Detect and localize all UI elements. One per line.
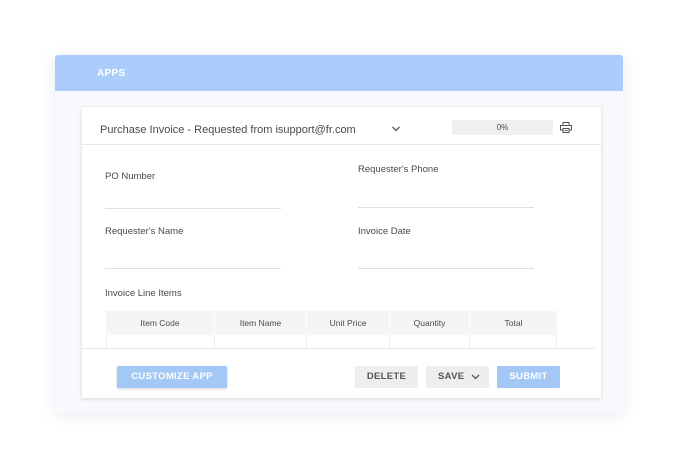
column-header-quantity[interactable]: Quantity (390, 311, 470, 335)
form-title[interactable]: Purchase Invoice - Requested from isuppo… (100, 124, 356, 136)
line-items-label: Invoice Line Items (105, 288, 182, 299)
po-number-label: PO Number (105, 171, 156, 182)
unit-price-cell[interactable] (307, 335, 390, 349)
column-header-item-name[interactable]: Item Name (215, 311, 307, 335)
item-name-cell[interactable] (215, 335, 307, 349)
column-header-total[interactable]: Total (470, 311, 557, 335)
requester-phone-input[interactable] (358, 207, 534, 208)
chevron-down-icon[interactable] (391, 124, 401, 134)
progress-bar: 0% (452, 120, 553, 135)
printer-icon[interactable] (560, 122, 572, 133)
form-card: Purchase Invoice - Requested from isuppo… (82, 107, 601, 398)
submit-button[interactable]: SUBMIT (497, 366, 560, 388)
form-footer: CUSTOMIZE APP DELETE SAVE SUBMIT (82, 348, 595, 398)
apps-title: APPS (97, 68, 126, 79)
requester-name-label: Requester's Name (105, 226, 184, 237)
delete-button[interactable]: DELETE (355, 366, 418, 388)
chevron-down-icon[interactable] (471, 373, 480, 381)
requester-phone-label: Requester's Phone (358, 164, 439, 175)
progress-label: 0% (496, 123, 509, 132)
po-number-input[interactable] (105, 208, 281, 209)
invoice-date-label: Invoice Date (358, 226, 411, 237)
column-header-unit-price[interactable]: Unit Price (307, 311, 390, 335)
line-items-table: Item Code Item Name Unit Price Quantity … (106, 311, 557, 349)
quantity-cell[interactable] (390, 335, 470, 349)
item-code-cell[interactable] (106, 335, 215, 349)
column-header-item-code[interactable]: Item Code (106, 311, 215, 335)
requester-name-input[interactable] (105, 268, 281, 269)
save-button-label: SAVE (438, 371, 465, 382)
form-header: Purchase Invoice - Requested from isuppo… (82, 107, 601, 145)
customize-app-button[interactable]: CUSTOMIZE APP (117, 366, 227, 388)
save-button[interactable]: SAVE (426, 366, 489, 388)
line-items-header: Item Code Item Name Unit Price Quantity … (106, 311, 557, 335)
app-window: APPS Purchase Invoice - Requested from i… (55, 55, 623, 413)
total-cell[interactable] (470, 335, 557, 349)
table-row (106, 335, 557, 349)
invoice-date-input[interactable] (358, 268, 534, 269)
app-titlebar: APPS (55, 55, 623, 91)
